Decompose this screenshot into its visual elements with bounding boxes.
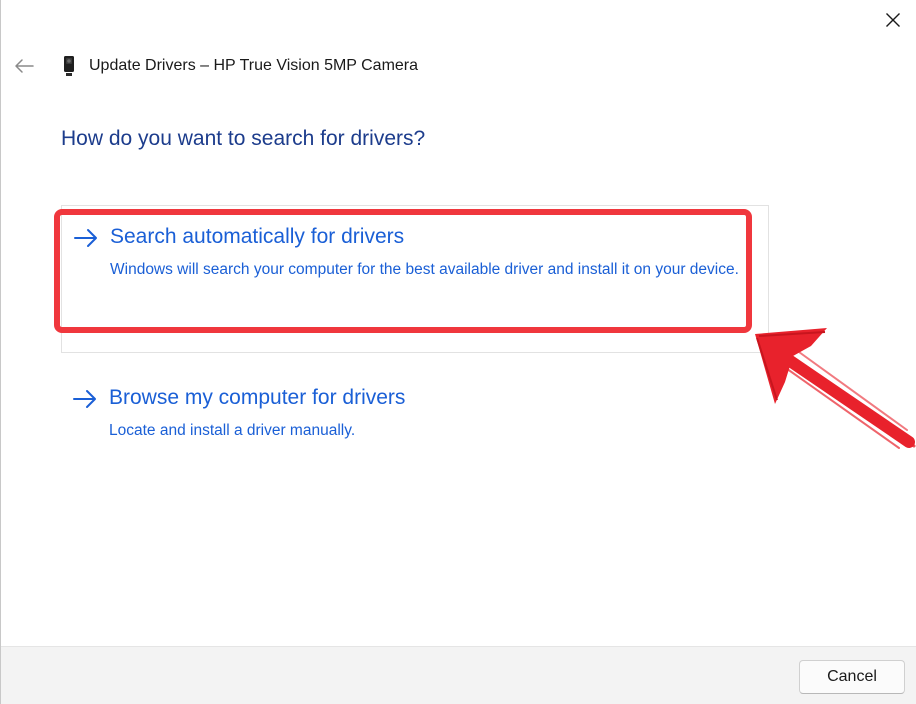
option-title: Search automatically for drivers — [110, 225, 405, 248]
back-button[interactable] — [11, 54, 37, 78]
cancel-button[interactable]: Cancel — [799, 660, 905, 694]
search-automatically-option[interactable]: Search automatically for drivers Windows… — [61, 205, 769, 353]
back-arrow-icon — [15, 59, 34, 73]
close-icon — [886, 13, 900, 27]
option-description: Locate and install a driver manually. — [109, 422, 356, 439]
window-title: Update Drivers – HP True Vision 5MP Came… — [89, 57, 419, 74]
title-row: Update Drivers – HP True Vision 5MP Came… — [61, 54, 418, 78]
browse-computer-option[interactable]: Browse my computer for drivers Locate an… — [61, 380, 769, 460]
page-heading: How do you want to search for drivers? — [61, 127, 426, 150]
close-button[interactable] — [878, 6, 908, 34]
update-drivers-dialog: Update Drivers – HP True Vision 5MP Came… — [0, 0, 916, 704]
dialog-footer: Cancel — [1, 646, 916, 704]
arrow-right-icon — [74, 229, 97, 247]
camera-device-icon — [61, 55, 77, 77]
option-title: Browse my computer for drivers — [109, 386, 406, 409]
option-description: Windows will search your computer for th… — [110, 261, 739, 278]
arrow-right-icon — [73, 390, 96, 408]
annotation-arrow-icon — [755, 328, 916, 449]
